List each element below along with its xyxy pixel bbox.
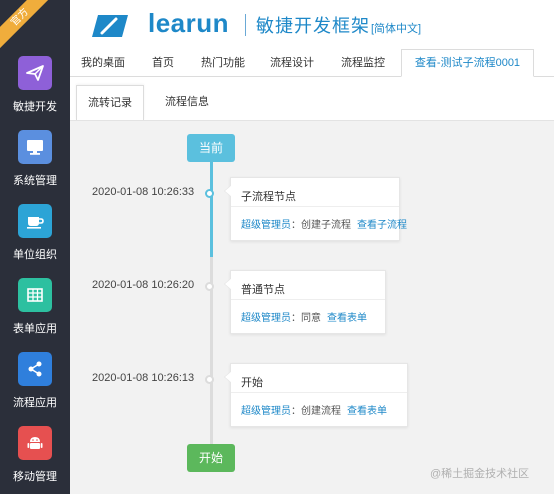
subtab-divider [70,120,554,121]
card-body: 超级管理员：创建流程 查看表单 [241,406,387,417]
action-text: 同意 [301,313,321,324]
start-badge: 开始 [187,444,235,472]
monitor-icon [18,130,52,164]
node-title: 子流程节点 [241,191,296,203]
logo-text: learun [148,8,230,38]
tab-home[interactable]: 首页 [148,50,178,76]
operator-name: 超级管理员 [241,313,291,324]
sidebar-item-label: 表单应用 [13,323,57,335]
sidebar-item-label: 移动管理 [13,471,57,483]
official-ribbon: 官方 [0,0,54,52]
sidebar-item-label: 流程应用 [13,397,57,409]
card-body: 超级管理员：创建子流程 查看子流程 [241,220,407,231]
entry-time: 2020-01-08 10:26:33 [92,186,195,198]
operator-name: 超级管理员 [241,220,291,231]
entry-time: 2020-01-08 10:26:20 [92,279,195,291]
watermark: @稀土掘金技术社区 [430,468,530,480]
paper-plane-icon [18,56,52,90]
timeline-dot-active [205,189,214,198]
node-title: 普通节点 [241,284,285,296]
main-content: 流转记录 流程信息 当前 开始 2020-01-08 10:26:33 子流程节… [70,77,554,494]
sub-tabs: 流转记录 流程信息 [70,77,554,121]
sidebar-item-org[interactable]: 单位组织 [0,204,70,262]
timeline-dot [205,375,214,384]
app-subtitle: 敏捷开发框架 [256,16,370,36]
share-icon [18,352,52,386]
tab-view-subflow[interactable]: 查看-测试子流程0001 [401,49,534,77]
logo-divider [245,14,246,36]
sidebar: 官方 敏捷开发 系统管理 单位组织 表单应用 流程应用 移动管理 [0,0,70,494]
timeline-card: 普通节点 超级管理员：同意 查看表单 [224,270,386,334]
sidebar-item-agile-dev[interactable]: 敏捷开发 [0,56,70,114]
card-divider [231,392,407,393]
table-grid-icon [18,278,52,312]
current-badge: 当前 [187,134,235,162]
node-title: 开始 [241,377,263,389]
card-divider [231,299,385,300]
operator-name: 超级管理员 [241,406,291,417]
timeline-card: 子流程节点 超级管理员：创建子流程 查看子流程 [224,177,407,241]
sidebar-item-label: 系统管理 [13,175,57,187]
timeline-dot [205,282,214,291]
view-subflow-link[interactable]: 查看子流程 [357,220,407,231]
tab-hot-features[interactable]: 热门功能 [198,50,248,76]
sidebar-item-label: 单位组织 [13,249,57,261]
app-header: learun 敏捷开发框架 [简体中文] [70,0,554,50]
android-icon [18,426,52,460]
sidebar-item-mobile[interactable]: 移动管理 [0,426,70,484]
view-form-link[interactable]: 查看表单 [347,406,387,417]
learun-logo-icon [92,15,128,37]
tab-flow-monitor[interactable]: 流程监控 [338,50,388,76]
action-text: 创建子流程 [301,220,351,231]
coffee-cup-icon [18,204,52,238]
card-body: 超级管理员：同意 查看表单 [241,313,367,324]
timeline-card: 开始 超级管理员：创建流程 查看表单 [224,363,408,427]
card-divider [231,206,399,207]
sidebar-item-workflow[interactable]: 流程应用 [0,352,70,410]
subtab-flow-info[interactable]: 流程信息 [154,85,220,119]
sidebar-item-label: 敏捷开发 [13,101,57,113]
sidebar-item-system[interactable]: 系统管理 [0,130,70,188]
view-form-link[interactable]: 查看表单 [327,313,367,324]
language-switch[interactable]: [简体中文] [371,20,421,36]
timeline-line-active [210,161,213,257]
entry-time: 2020-01-08 10:26:13 [92,372,195,384]
top-tabs: 我的桌面 首页 热门功能 流程设计 流程监控 查看-测试子流程0001 [70,49,554,77]
tab-my-desktop[interactable]: 我的桌面 [78,50,128,76]
action-text: 创建流程 [301,406,341,417]
tab-flow-design[interactable]: 流程设计 [267,50,317,76]
sidebar-item-forms[interactable]: 表单应用 [0,278,70,336]
subtab-transfer-log[interactable]: 流转记录 [76,85,144,120]
